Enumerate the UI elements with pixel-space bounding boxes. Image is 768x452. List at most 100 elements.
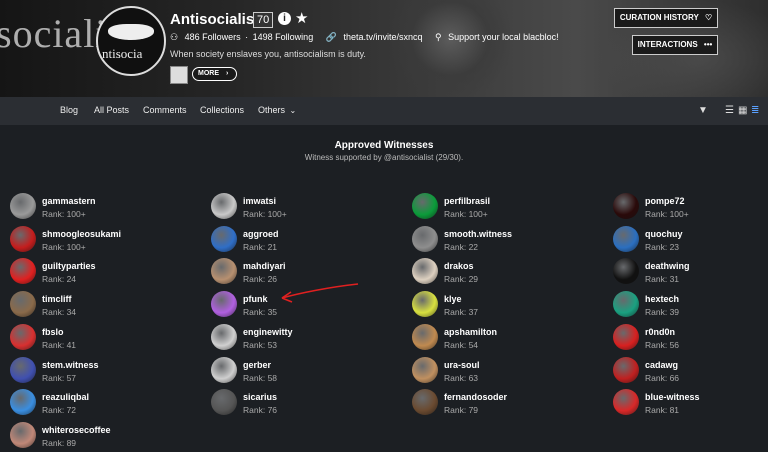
witness-name[interactable]: perfilbrasil [444, 196, 490, 206]
witness-avatar[interactable] [10, 421, 36, 448]
witness-item[interactable]: cadawg Rank: 66 [613, 356, 768, 385]
witness-avatar[interactable] [10, 258, 36, 285]
witness-name[interactable]: stem.witness [42, 360, 99, 370]
witness-avatar[interactable] [10, 225, 36, 252]
witness-avatar[interactable] [211, 356, 237, 383]
list-view-icon[interactable]: ☰ [725, 105, 734, 116]
witness-item[interactable]: r0nd0n Rank: 56 [613, 323, 768, 352]
witness-item[interactable]: gammastern Rank: 100+ [10, 193, 190, 221]
badge-icon[interactable] [170, 66, 188, 84]
witness-name[interactable]: drakos [444, 261, 474, 271]
witness-name[interactable]: whiterosecoffee [42, 425, 111, 435]
star-icon[interactable]: ★ [295, 9, 308, 27]
witness-avatar[interactable] [613, 389, 639, 416]
witness-name[interactable]: fernandosoder [444, 392, 507, 402]
witness-item[interactable]: drakos Rank: 29 [412, 258, 592, 286]
tab-others[interactable]: Others ⌄ [258, 105, 296, 115]
witness-avatar[interactable] [10, 389, 36, 416]
witness-name[interactable]: mahdiyari [243, 261, 286, 271]
witness-name[interactable]: deathwing [645, 261, 690, 271]
tab-comments[interactable]: Comments [143, 105, 187, 115]
compact-view-icon[interactable]: ≣ [751, 105, 759, 116]
witness-item[interactable]: aggroed Rank: 21 [211, 225, 391, 254]
witness-name[interactable]: reazuliqbal [42, 392, 89, 402]
witness-name[interactable]: fbslo [42, 327, 64, 337]
witness-item[interactable]: reazuliqbal Rank: 72 [10, 389, 190, 417]
witness-avatar[interactable] [412, 258, 438, 285]
witness-item[interactable]: gerber Rank: 58 [211, 356, 391, 385]
witness-avatar[interactable] [211, 323, 237, 350]
witness-item[interactable]: smooth.witness Rank: 22 [412, 225, 592, 254]
witness-item[interactable]: pompe72 Rank: 100+ [613, 193, 768, 221]
witness-avatar[interactable] [412, 225, 438, 252]
witness-item[interactable]: shmoogleosukami Rank: 100+ [10, 225, 190, 254]
witness-item[interactable]: imwatsi Rank: 100+ [211, 193, 391, 221]
witness-item[interactable]: klye Rank: 37 [412, 291, 592, 319]
witness-name[interactable]: aggroed [243, 229, 279, 239]
witness-item[interactable]: quochuy Rank: 23 [613, 225, 768, 254]
witness-name[interactable]: r0nd0n [645, 327, 675, 337]
witness-name[interactable]: apshamilton [444, 327, 497, 337]
followers-count[interactable]: 486 Followers [185, 32, 241, 42]
witness-item[interactable]: timcliff Rank: 34 [10, 291, 190, 319]
curation-history-button[interactable]: CURATION HISTORY ♡ [614, 8, 718, 28]
witness-item[interactable]: guiltyparties Rank: 24 [10, 258, 190, 286]
witness-avatar[interactable] [412, 193, 438, 219]
witness-name[interactable]: smooth.witness [444, 229, 512, 239]
witness-name[interactable]: cadawg [645, 360, 678, 370]
witness-avatar[interactable] [211, 389, 237, 416]
witness-avatar[interactable] [613, 258, 639, 285]
grid-view-icon[interactable]: ▦ [738, 105, 747, 116]
witness-item[interactable]: apshamilton Rank: 54 [412, 323, 592, 352]
witness-name[interactable]: ura-soul [444, 360, 480, 370]
witness-avatar[interactable] [412, 356, 438, 383]
witness-name[interactable]: blue-witness [645, 392, 700, 402]
witness-name[interactable]: imwatsi [243, 196, 276, 206]
witness-avatar[interactable] [412, 291, 438, 318]
witness-avatar[interactable] [613, 356, 639, 383]
witness-avatar[interactable] [412, 323, 438, 350]
witness-item[interactable]: stem.witness Rank: 57 [10, 356, 190, 385]
profile-avatar[interactable]: ntisocia [96, 6, 166, 76]
interactions-button[interactable]: INTERACTIONS ••• [632, 35, 718, 55]
witness-name[interactable]: shmoogleosukami [42, 229, 121, 239]
witness-item[interactable]: ura-soul Rank: 63 [412, 356, 592, 385]
witness-avatar[interactable] [211, 225, 237, 252]
witness-item[interactable]: deathwing Rank: 31 [613, 258, 768, 286]
witness-name[interactable]: timcliff [42, 294, 72, 304]
witness-name[interactable]: gammastern [42, 196, 96, 206]
witness-avatar[interactable] [10, 323, 36, 350]
witness-avatar[interactable] [613, 323, 639, 350]
witness-item[interactable]: hextech Rank: 39 [613, 291, 768, 319]
tab-blog[interactable]: Blog [60, 105, 78, 115]
witness-item[interactable]: sicarius Rank: 76 [211, 389, 391, 417]
witness-item[interactable]: mahdiyari Rank: 26 [211, 258, 391, 286]
witness-item[interactable]: fernandosoder Rank: 79 [412, 389, 592, 417]
witness-name[interactable]: pompe72 [645, 196, 685, 206]
witness-avatar[interactable] [613, 193, 639, 219]
witness-avatar[interactable] [10, 356, 36, 383]
witness-name[interactable]: sicarius [243, 392, 277, 402]
witness-name[interactable]: enginewitty [243, 327, 293, 337]
witness-avatar[interactable] [211, 193, 237, 219]
witness-avatar[interactable] [10, 291, 36, 318]
profile-link[interactable]: theta.tv/invite/sxncq [343, 32, 422, 42]
more-button[interactable]: MORE › [192, 67, 237, 81]
witness-name[interactable]: gerber [243, 360, 271, 370]
tab-collections[interactable]: Collections [200, 105, 244, 115]
filter-icon[interactable]: ▼ [698, 105, 708, 116]
witness-item[interactable]: perfilbrasil Rank: 100+ [412, 193, 592, 221]
info-icon[interactable]: i [278, 12, 291, 25]
witness-name[interactable]: pfunk [243, 294, 268, 304]
witness-name[interactable]: klye [444, 294, 462, 304]
witness-avatar[interactable] [211, 258, 237, 285]
witness-avatar[interactable] [10, 193, 36, 219]
following-count[interactable]: 1498 Following [253, 32, 314, 42]
witness-avatar[interactable] [613, 225, 639, 252]
tab-all-posts[interactable]: All Posts [94, 105, 129, 115]
witness-item[interactable]: fbslo Rank: 41 [10, 323, 190, 352]
witness-item[interactable]: whiterosecoffee Rank: 89 [10, 421, 190, 450]
witness-avatar[interactable] [613, 291, 639, 318]
witness-name[interactable]: hextech [645, 294, 679, 304]
witness-avatar[interactable] [211, 291, 237, 318]
